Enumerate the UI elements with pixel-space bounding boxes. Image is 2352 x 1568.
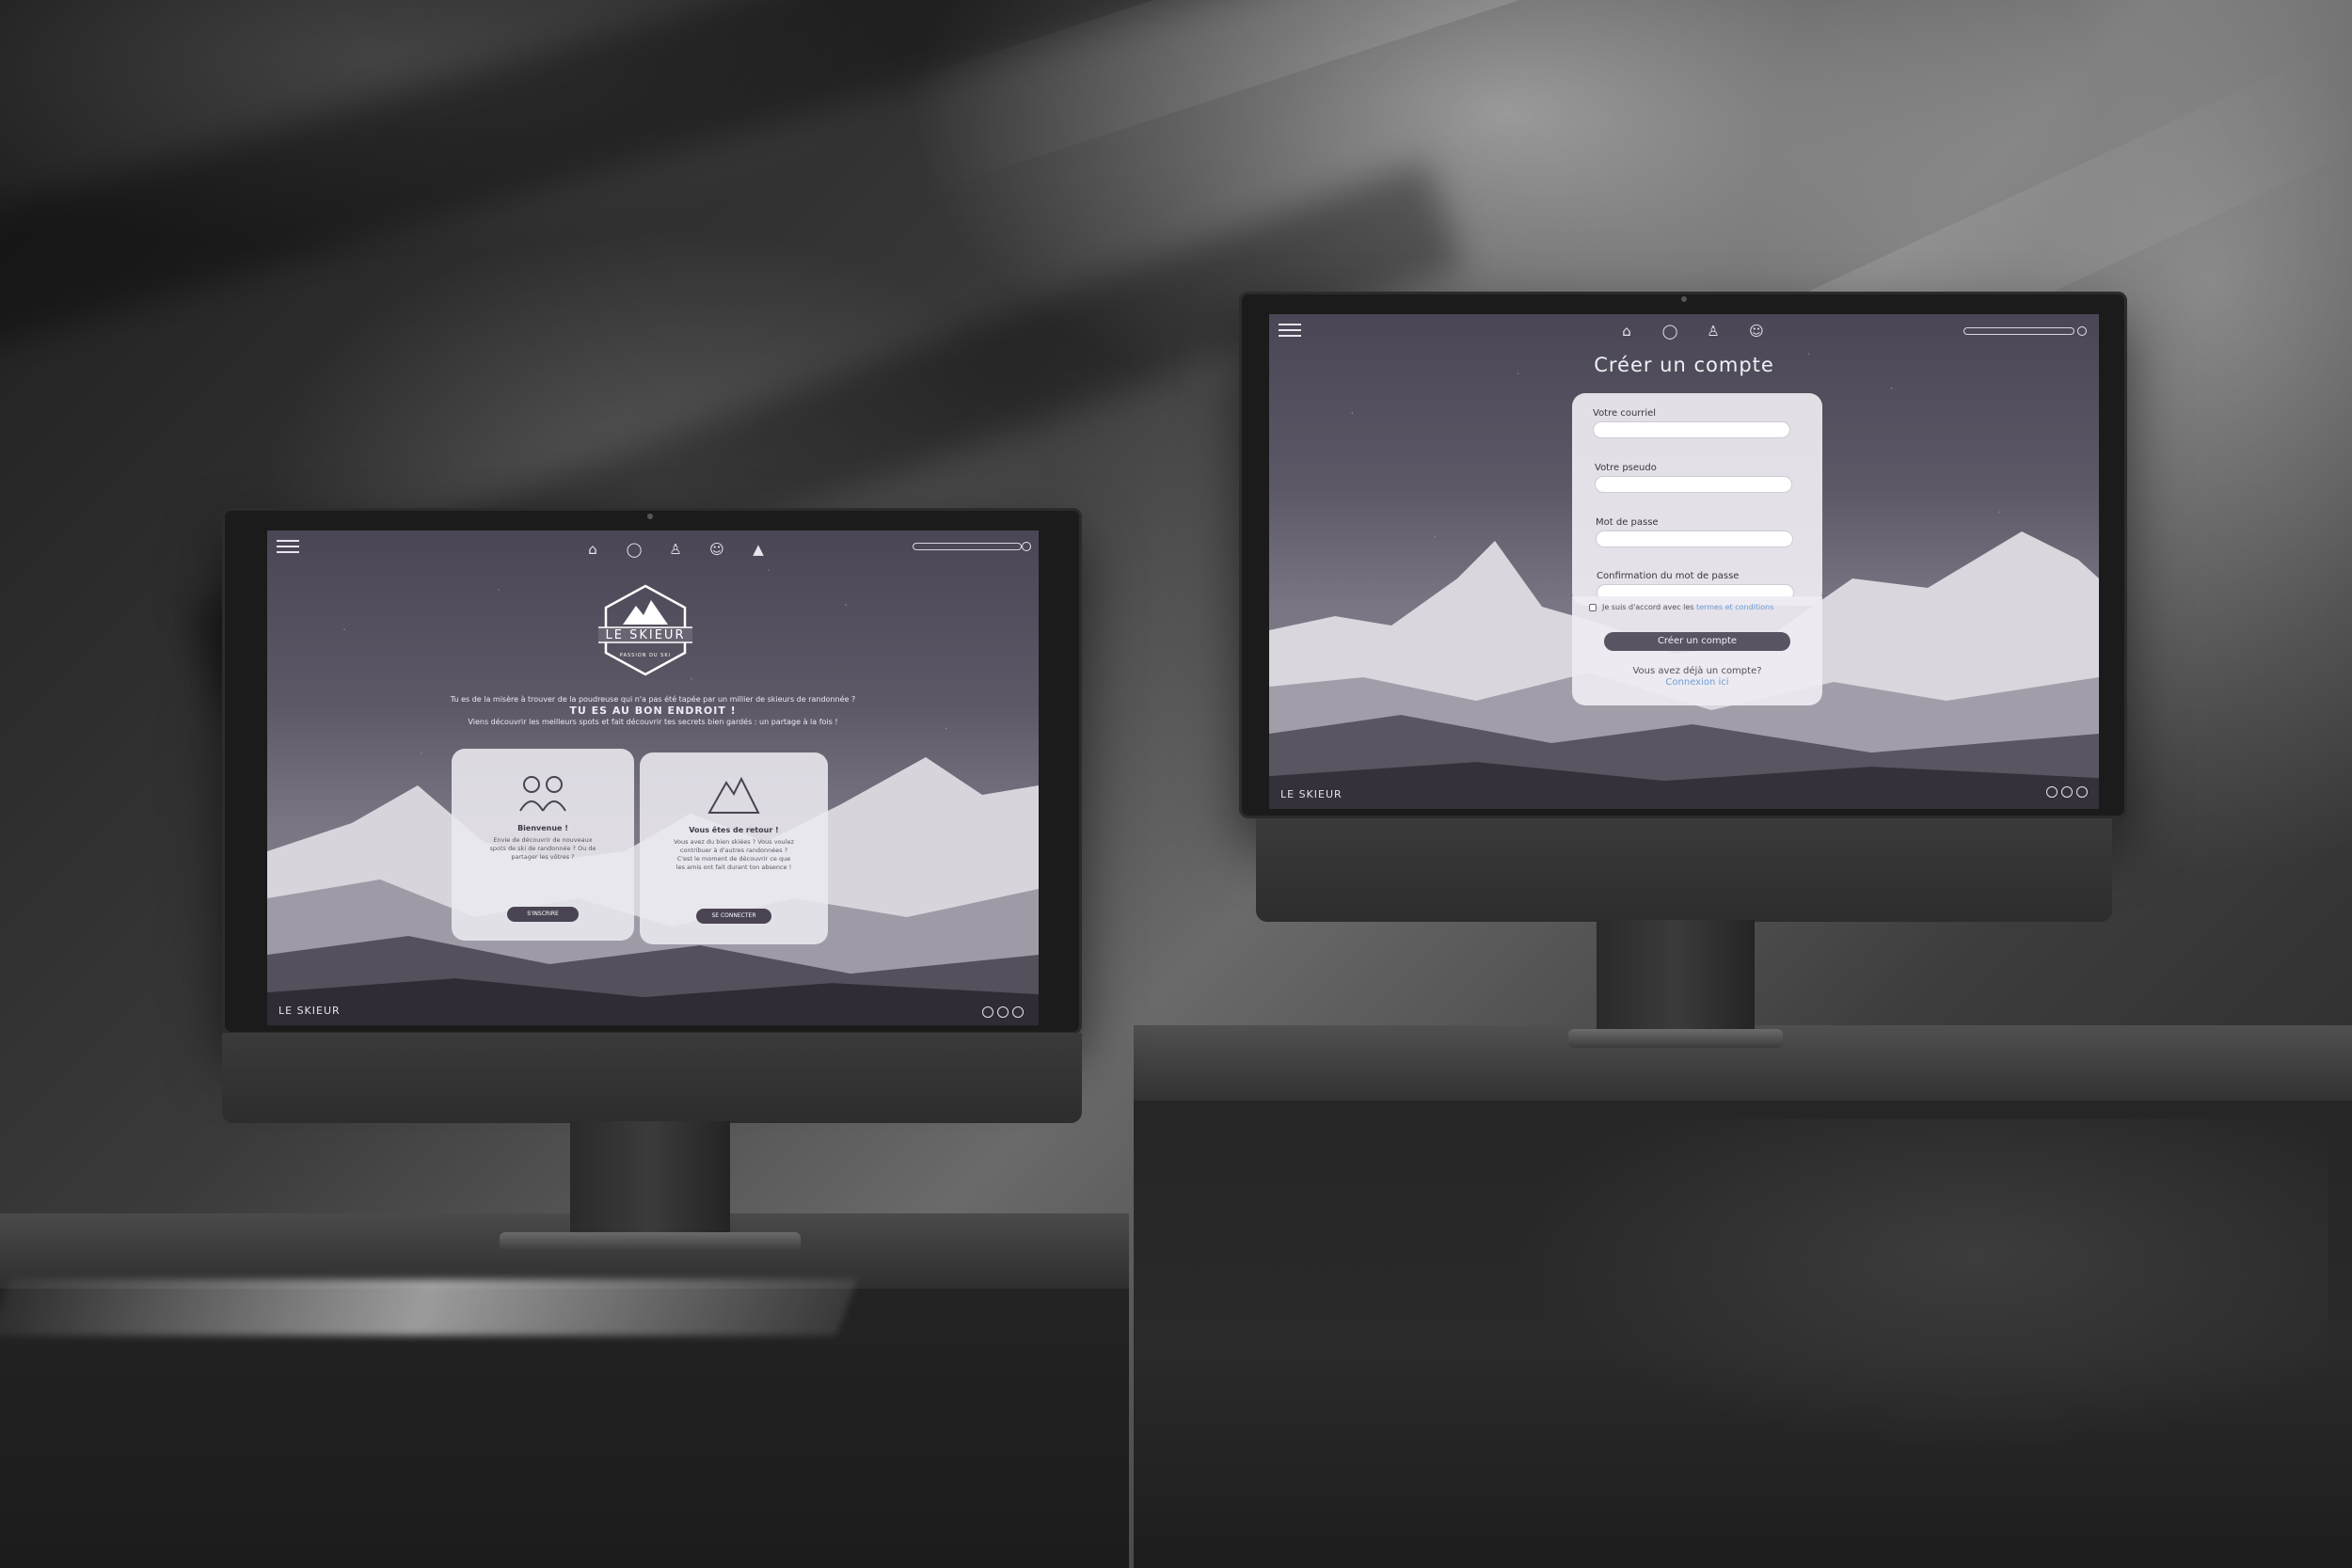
hero-headline: TU ES AU BON ENDROIT ! [569, 705, 737, 717]
right-pedestal [1134, 1025, 2352, 1568]
home-icon[interactable]: ⌂ [583, 540, 602, 559]
signup-card-title: Bienvenue ! [517, 824, 568, 832]
create-account-button[interactable]: Créer un compte [1604, 632, 1790, 651]
login-button[interactable]: SE CONNECTER [696, 909, 771, 924]
chat-icon[interactable]: ◯ [1661, 322, 1679, 341]
terms-link[interactable]: termes et conditions [1696, 603, 1773, 611]
signup-form-card: Votre courriel Votre pseudo Mot de passe… [1572, 393, 1822, 606]
hero-text: Tu es de la misère à trouver de la poudr… [380, 694, 926, 728]
left-screen: ⌂ ◯ ♙ ☺ ▲ LE SKIEUR PASSION DU SKI Tu es… [267, 531, 1039, 1025]
twitter-icon[interactable] [1012, 1006, 1024, 1018]
top-nav: ⌂ ◯ ♙ ☺ ▲ [583, 540, 768, 559]
terms-text: Je suis d'accord avec les termes et cond… [1602, 603, 1773, 611]
username-label: Votre pseudo [1595, 463, 1657, 473]
search-icon[interactable] [2077, 326, 2087, 336]
login-card: Vous êtes de retour ! Vous avez du bien … [640, 752, 828, 944]
social-links [2046, 786, 2088, 798]
signup-card: Bienvenue ! Envie de découvrir de nouvea… [452, 749, 634, 941]
logo-tagline: PASSION DU SKI [619, 653, 672, 658]
user-icon[interactable]: ☺ [1747, 322, 1766, 341]
right-monitor: ⌂ ◯ ♙ ☺ Créer un compte Votre courriel V… [1239, 292, 2127, 1078]
login-question: Vous avez déjà un compte? [1632, 666, 1762, 676]
mountain-illustration-icon [707, 776, 760, 814]
login-prompt: Vous avez déjà un compte? Connexion ici [1572, 666, 1822, 689]
skiers-icon [519, 776, 566, 812]
username-field[interactable] [1595, 476, 1792, 493]
right-screen: ⌂ ◯ ♙ ☺ Créer un compte Votre courriel V… [1269, 314, 2099, 809]
login-card-title: Vous êtes de retour ! [689, 826, 779, 834]
search-input[interactable] [913, 543, 1022, 550]
instagram-icon[interactable] [2061, 786, 2073, 798]
hero-line2: Viens découvrir les meilleurs spots et f… [468, 718, 838, 726]
footer-logo: LE SKIEUR [1280, 788, 1343, 800]
social-links [982, 1006, 1024, 1018]
twitter-icon[interactable] [2076, 786, 2088, 798]
mountain-icon[interactable]: ▲ [749, 540, 768, 559]
email-label: Votre courriel [1593, 408, 1657, 419]
top-nav: ⌂ ◯ ♙ ☺ [1617, 322, 1766, 341]
terms-prefix: Je suis d'accord avec les [1602, 603, 1694, 611]
backpack-icon[interactable]: ♙ [666, 540, 685, 559]
footer-logo: LE SKIEUR [278, 1005, 341, 1017]
chat-icon[interactable]: ◯ [625, 540, 644, 559]
logo-brand: LE SKIEUR [605, 628, 686, 642]
page-title: Créer un compte [1594, 354, 1774, 376]
backpack-icon[interactable]: ♙ [1704, 322, 1723, 341]
password-field[interactable] [1596, 531, 1793, 547]
left-monitor: ⌂ ◯ ♙ ☺ ▲ LE SKIEUR PASSION DU SKI Tu es… [222, 508, 1082, 1298]
password-label: Mot de passe [1596, 517, 1659, 528]
search-icon[interactable] [1022, 542, 1031, 551]
email-field[interactable] [1593, 421, 1790, 438]
terms-checkbox[interactable] [1589, 604, 1597, 611]
signup-card-text: Envie de découvrir de nouveaux spots de … [489, 836, 596, 861]
facebook-icon[interactable] [982, 1006, 993, 1018]
search-input[interactable] [1963, 327, 2074, 335]
signup-button[interactable]: S'INSCRIRE [507, 907, 579, 922]
login-card-text: Vous avez du bien skiées ? Vous voulez c… [674, 838, 794, 871]
confirm-password-label: Confirmation du mot de passe [1597, 571, 1740, 581]
user-icon[interactable]: ☺ [707, 540, 726, 559]
home-icon[interactable]: ⌂ [1617, 322, 1636, 341]
menu-burger-icon[interactable] [1279, 324, 1301, 337]
facebook-icon[interactable] [2046, 786, 2058, 798]
menu-burger-icon[interactable] [277, 540, 299, 553]
instagram-icon[interactable] [997, 1006, 1009, 1018]
login-link[interactable]: Connexion ici [1572, 677, 1822, 689]
signup-form-card-lower: Je suis d'accord avec les termes et cond… [1572, 596, 1822, 705]
